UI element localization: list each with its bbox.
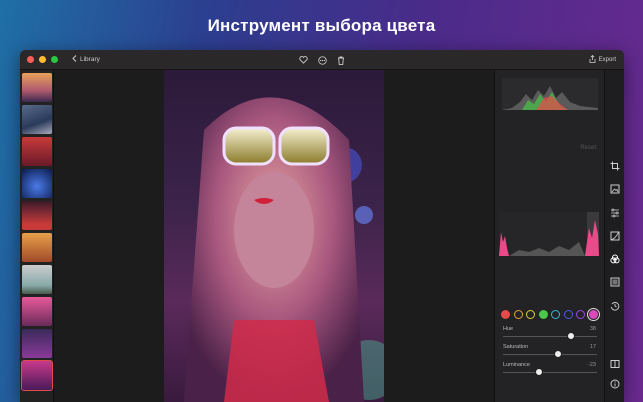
luminance-track — [503, 372, 597, 373]
back-label: Library — [80, 56, 100, 63]
tools-toolbar — [604, 70, 624, 402]
thumbnail-selected[interactable] — [21, 360, 53, 391]
headline: Инструмент выбора цвета — [207, 16, 436, 35]
image-icon[interactable] — [609, 183, 621, 195]
edited-photo — [164, 70, 384, 402]
reset-button[interactable]: Reset — [580, 145, 596, 151]
thumbnail[interactable] — [22, 137, 52, 166]
back-to-library-button[interactable]: Library — [72, 55, 100, 64]
thumbnail[interactable] — [22, 233, 52, 262]
swatch-green[interactable] — [538, 310, 548, 319]
thumbnail[interactable] — [22, 73, 52, 102]
history-icon[interactable] — [609, 300, 621, 312]
color-picker-icon[interactable] — [609, 253, 621, 265]
saturation-label: Saturation — [503, 344, 529, 350]
app-window: Library Export Reset Hue 38 Saturation 1… — [20, 50, 624, 402]
library-filmstrip — [20, 70, 54, 402]
saturation-knob[interactable] — [553, 350, 562, 358]
chevron-left-icon — [72, 55, 77, 64]
color-swatches — [501, 308, 600, 321]
swatch-orange[interactable] — [513, 310, 523, 319]
share-icon — [589, 54, 596, 65]
luminance-label: Luminance — [503, 362, 530, 368]
curves-icon[interactable] — [609, 230, 621, 242]
vignette-icon[interactable] — [609, 276, 621, 288]
luminance-knob[interactable] — [534, 368, 543, 376]
color-histogram — [499, 212, 599, 256]
hue-track — [503, 336, 597, 337]
saturation-value: 17 — [589, 344, 596, 350]
swatch-purple[interactable] — [576, 310, 585, 319]
swatch-red[interactable] — [501, 310, 510, 319]
swatch-blue[interactable] — [563, 310, 573, 319]
trash-icon[interactable] — [337, 56, 345, 65]
adjustments-panel: Reset Hue 38 Saturation 17 Luminance -23 — [494, 70, 604, 402]
hue-value: 38 — [589, 326, 596, 332]
compare-icon[interactable] — [609, 358, 621, 370]
adjust-sliders-icon[interactable] — [609, 207, 621, 219]
swatch-magenta[interactable] — [586, 308, 600, 321]
crop-icon[interactable] — [609, 160, 621, 172]
swatch-yellow[interactable] — [526, 310, 535, 319]
thumbnail[interactable] — [22, 329, 52, 358]
thumbnail[interactable] — [22, 105, 52, 134]
saturation-track — [503, 354, 597, 355]
minimize-window-button[interactable] — [39, 56, 46, 63]
zoom-window-button[interactable] — [51, 56, 58, 63]
luminance-value: -23 — [588, 362, 596, 368]
info-icon[interactable] — [609, 378, 621, 390]
close-window-button[interactable] — [27, 56, 34, 63]
titlebar-actions — [20, 50, 624, 70]
swatch-aqua[interactable] — [551, 310, 560, 319]
photo-canvas — [54, 70, 494, 402]
thumbnail[interactable] — [22, 265, 52, 294]
export-button[interactable]: Export — [589, 50, 616, 70]
thumbnail[interactable] — [22, 297, 52, 326]
thumbnail[interactable] — [22, 169, 52, 198]
heart-icon[interactable] — [299, 56, 308, 64]
title-bar: Library Export — [20, 50, 624, 70]
hue-label: Hue — [503, 326, 514, 332]
histogram-top — [502, 78, 598, 110]
thumbnail[interactable] — [22, 201, 52, 230]
export-label: Export — [598, 57, 616, 63]
hue-knob[interactable] — [566, 332, 575, 340]
more-options-icon[interactable] — [318, 55, 327, 65]
window-controls — [27, 56, 58, 63]
